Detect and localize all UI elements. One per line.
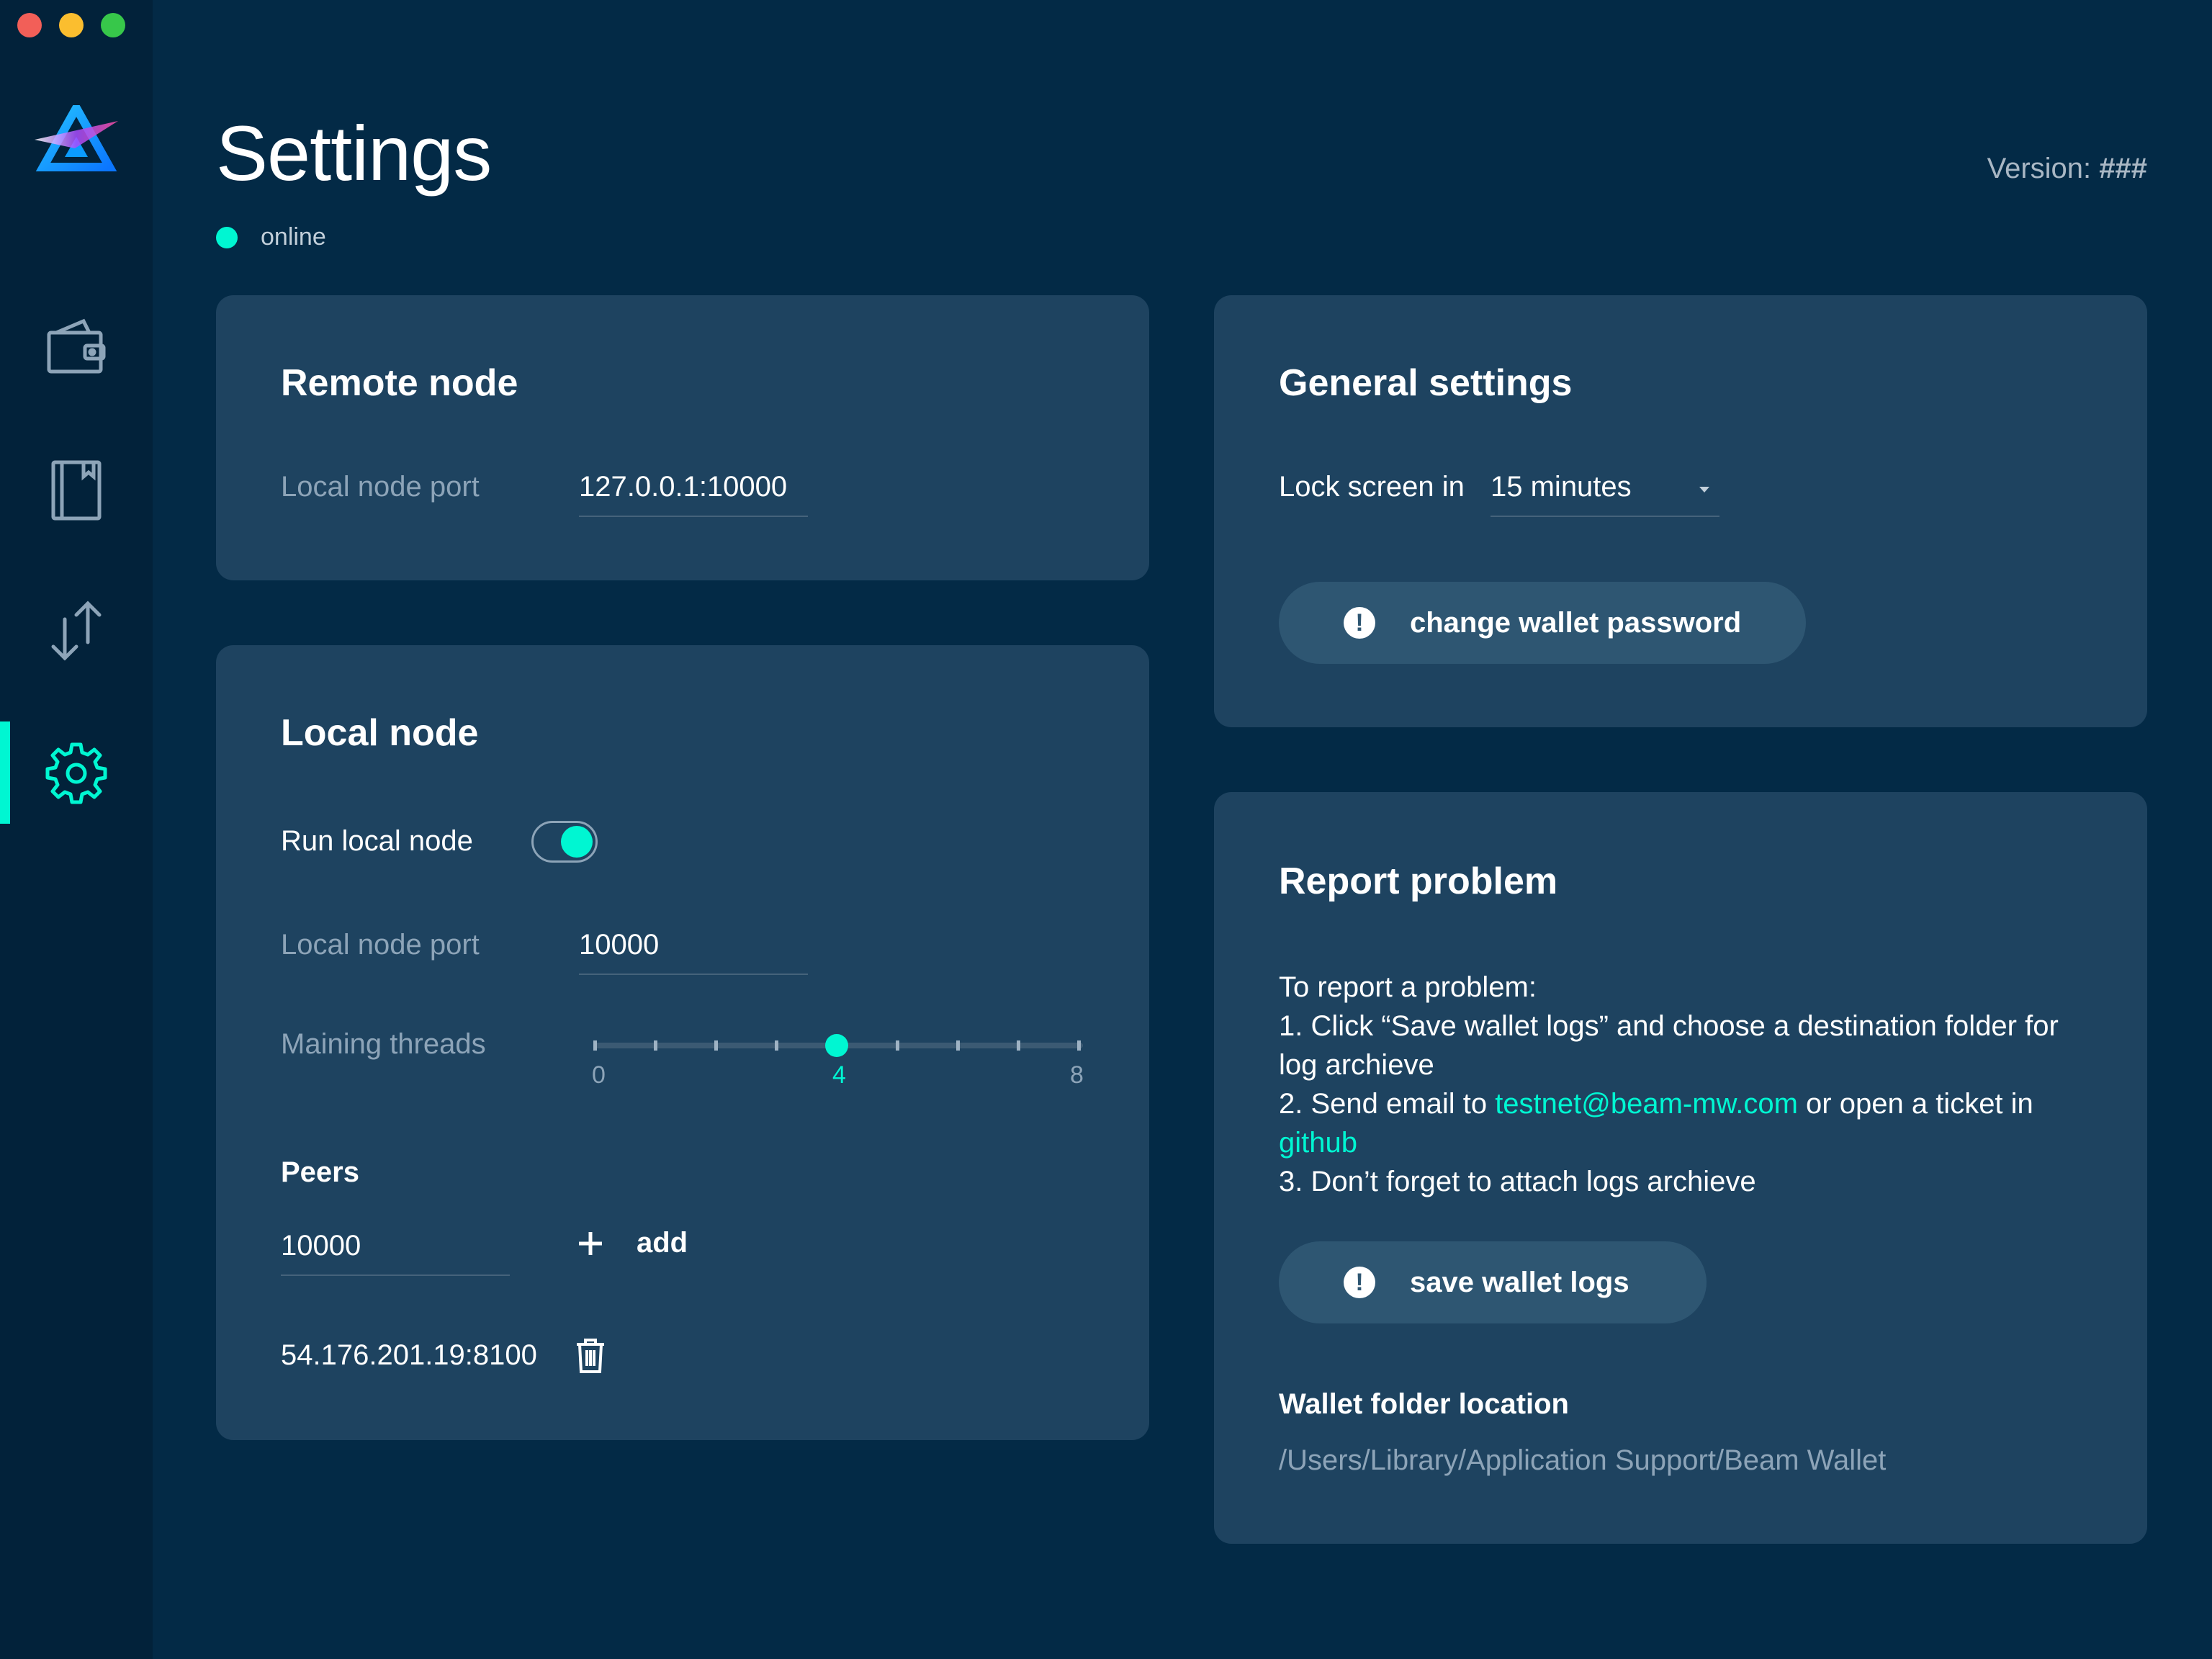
beam-logo-icon [35,105,118,171]
slider-tick [775,1040,778,1051]
chevron-down-icon [1699,487,1709,493]
general-settings-panel: General settings Lock screen in 15 minut… [1214,295,2147,727]
local-node-title: Local node [281,712,479,754]
page-title: Settings [216,109,492,197]
support-email-link[interactable]: testnet@beam-mw.com [1495,1088,1798,1120]
status-online-dot [216,226,238,248]
wallet-folder-title: Wallet folder location [1279,1388,1569,1420]
plus-icon [579,1231,602,1255]
local-node-port-label: Local node port [281,929,480,961]
slider-min-label: 0 [592,1061,606,1089]
slider-tick [956,1040,960,1051]
sidebar [0,0,153,1659]
slider-tick [654,1040,657,1051]
version-value: ### [2099,153,2147,184]
peer-address-input[interactable]: 10000 [281,1230,510,1276]
save-wallet-logs-label: save wallet logs [1410,1266,1629,1298]
zoom-window-button[interactable] [101,13,125,37]
slider-tick [593,1040,597,1051]
remote-node-port-label: Local node port [281,471,480,503]
save-wallet-logs-button[interactable]: ! save wallet logs [1279,1241,1707,1323]
report-instructions: To report a problem: 1. Click “Save wall… [1279,968,2085,1201]
minimize-window-button[interactable] [59,13,84,37]
lock-screen-value: 15 minutes [1491,471,1632,503]
run-local-node-label: Run local node [281,825,473,857]
change-password-label: change wallet password [1410,606,1742,639]
step-2-middle: or open a ticket in [1797,1088,2033,1120]
lock-screen-select[interactable]: 15 minutes [1491,471,1719,517]
add-peer-button[interactable]: add [576,1227,688,1259]
report-step-1: 1. Click “Save wallet logs” and choose a… [1279,1010,2059,1081]
slider-tick [1077,1040,1081,1051]
report-problem-panel: Report problem To report a problem: 1. C… [1214,792,2147,1544]
alert-icon: ! [1344,607,1375,639]
close-window-button[interactable] [17,13,42,37]
status-text: online [261,223,326,251]
slider-thumb[interactable] [825,1034,848,1057]
slider-tick [896,1040,899,1051]
sidebar-item-transactions[interactable] [0,573,153,688]
sidebar-item-addresses[interactable] [0,432,153,547]
local-node-panel: Local node Run local node Local node por… [216,645,1149,1440]
slider-value-label: 4 [832,1061,846,1089]
connection-status: online [216,223,326,251]
address-book-icon [51,460,102,521]
add-peer-label: add [637,1227,688,1259]
remote-node-title: Remote node [281,362,518,404]
github-link[interactable]: github [1279,1127,1357,1159]
mining-threads-label: Maining threads [281,1028,486,1060]
slider-tick [1017,1040,1020,1051]
peers-title: Peers [281,1156,359,1188]
toggle-knob [561,826,593,858]
trash-icon[interactable] [575,1338,606,1374]
report-step-3: 3. Don’t forget to attach logs archieve [1279,1166,1756,1197]
change-password-button[interactable]: ! change wallet password [1279,582,1806,664]
slider-tick [714,1040,718,1051]
remote-node-port-field[interactable]: 127.0.0.1:10000 [579,471,808,517]
report-step-2: 2. Send email to testnet@beam-mw.com or … [1279,1084,2085,1162]
version-prefix: Version: [1987,153,2092,184]
window-controls [17,13,125,37]
report-intro: To report a problem: [1279,971,1537,1003]
mining-threads-slider[interactable] [593,1034,1083,1057]
remote-node-panel: Remote node Local node port 127.0.0.1:10… [216,295,1149,580]
report-problem-title: Report problem [1279,860,1558,902]
wallet-folder-path: /Users/Library/Application Support/Beam … [1279,1444,1887,1476]
run-local-node-toggle[interactable] [531,821,598,863]
lock-screen-label: Lock screen in [1279,471,1465,503]
general-settings-title: General settings [1279,362,1573,404]
peer-item-address: 54.176.201.19:8100 [281,1339,537,1371]
settings-icon [45,742,107,804]
wallet-icon [47,318,106,374]
version-label: Version: ### [1987,153,2147,185]
sidebar-item-settings[interactable] [0,716,153,831]
alert-icon: ! [1344,1267,1375,1298]
slider-max-label: 8 [1070,1061,1084,1089]
local-node-port-field[interactable]: 10000 [579,929,808,975]
transactions-icon [51,601,102,661]
step-2-prefix: 2. Send email to [1279,1088,1496,1120]
sidebar-item-wallet[interactable] [0,289,153,405]
